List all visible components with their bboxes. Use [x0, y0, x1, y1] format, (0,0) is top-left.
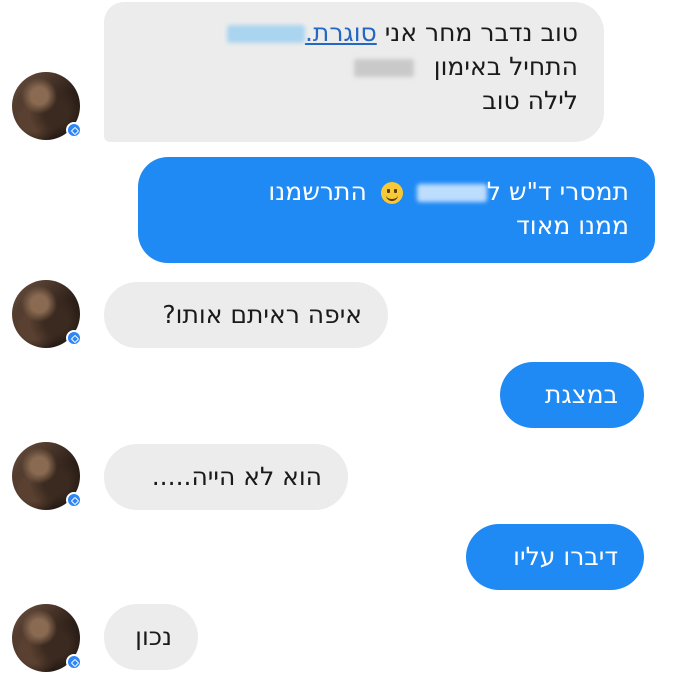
message-text: דיברו עליו: [513, 542, 618, 571]
messenger-active-badge-icon: [66, 654, 82, 670]
smiley-face-emoji-icon: [380, 182, 403, 204]
message-bubble-outgoing[interactable]: במצגת: [500, 362, 644, 428]
message-bubble-outgoing[interactable]: תמסרי ד"ש ל התרשמנו ממנו מאוד: [138, 157, 655, 263]
message-line: תמסרי ד"ש ל התרשמנו: [164, 175, 629, 209]
message-text: הוא לא הייה.....: [151, 462, 322, 491]
contact-avatar[interactable]: [12, 604, 82, 672]
message-bubble-outgoing[interactable]: דיברו עליו: [466, 524, 644, 590]
messenger-active-badge-icon: [66, 122, 82, 138]
message-line: התחיל באימון: [130, 50, 578, 84]
contact-avatar[interactable]: [12, 442, 82, 510]
message-text: טוב נדבר מחר אני: [384, 18, 578, 47]
message-line: ממנו מאוד: [164, 209, 629, 243]
contact-avatar[interactable]: [12, 72, 82, 140]
redacted-text: [353, 59, 414, 77]
messenger-active-badge-icon: [66, 492, 82, 508]
chat-thread: טוב נדבר מחר אני סוגרת. התחיל באימון ליל…: [0, 0, 700, 680]
redacted-text: [416, 184, 487, 202]
redacted-text: [226, 25, 305, 43]
message-text: ממנו מאוד: [516, 211, 629, 240]
message-bubble-incoming[interactable]: טוב נדבר מחר אני סוגרת. התחיל באימון ליל…: [104, 2, 604, 142]
message-link[interactable]: סוגרת.: [305, 18, 377, 47]
message-text: התרשמנו: [268, 177, 367, 206]
message-text: התחיל באימון: [433, 52, 578, 81]
message-text: תמסרי ד"ש ל: [486, 177, 629, 206]
message-bubble-incoming[interactable]: הוא לא הייה.....: [104, 444, 348, 510]
message-text: איפה ראיתם אותו?: [162, 300, 362, 329]
message-line: טוב נדבר מחר אני סוגרת.: [130, 16, 578, 50]
message-line: לילה טוב: [130, 84, 578, 118]
messenger-active-badge-icon: [66, 330, 82, 346]
message-text: לילה טוב: [482, 86, 578, 115]
contact-avatar[interactable]: [12, 280, 82, 348]
message-text: נכון: [135, 622, 172, 651]
message-bubble-incoming[interactable]: איפה ראיתם אותו?: [104, 282, 388, 348]
message-bubble-incoming[interactable]: נכון: [104, 604, 198, 670]
message-text: במצגת: [545, 380, 618, 409]
